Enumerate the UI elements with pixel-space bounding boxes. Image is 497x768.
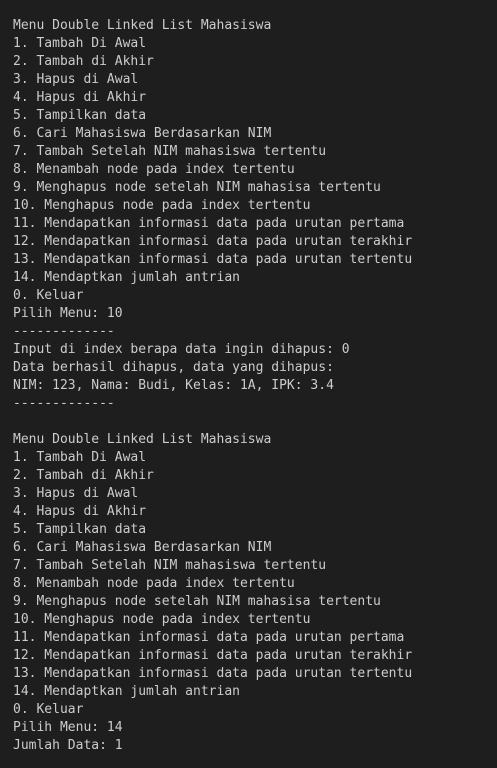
terminal-line: 0. Keluar xyxy=(13,702,84,717)
terminal-line: 9. Menghapus node setelah NIM mahasisa t… xyxy=(13,180,381,195)
terminal-line: 7. Tambah Setelah NIM mahasiswa tertentu xyxy=(13,558,327,573)
terminal-line: 5. Tampilkan data xyxy=(13,108,147,123)
terminal-line: 11. Mendapatkan informasi data pada urut… xyxy=(13,216,405,231)
terminal-line: Input di index berapa data ingin dihapus… xyxy=(13,342,350,357)
terminal-line: 10. Menghapus node pada index tertentu xyxy=(13,612,311,627)
terminal-line: 4. Hapus di Akhir xyxy=(13,504,147,519)
terminal-line: 6. Cari Mahasiswa Berdasarkan NIM xyxy=(13,540,272,555)
terminal-line: ------------- xyxy=(13,324,115,339)
terminal-line: 5. Tampilkan data xyxy=(13,522,147,537)
terminal-line: Pilih Menu: 10 xyxy=(13,306,123,321)
terminal-line: 6. Cari Mahasiswa Berdasarkan NIM xyxy=(13,126,272,141)
terminal-output[interactable]: Menu Double Linked List Mahasiswa 1. Tam… xyxy=(0,0,497,768)
terminal-line: 1. Tambah Di Awal xyxy=(13,36,147,51)
terminal-line: NIM: 123, Nama: Budi, Kelas: 1A, IPK: 3.… xyxy=(13,378,334,393)
terminal-line: 11. Mendapatkan informasi data pada urut… xyxy=(13,630,405,645)
terminal-line: 1. Tambah Di Awal xyxy=(13,450,147,465)
terminal-line: 3. Hapus di Awal xyxy=(13,72,139,87)
terminal-line: Pilih Menu: 14 xyxy=(13,720,123,735)
terminal-line: 2. Tambah di Akhir xyxy=(13,54,154,69)
terminal-line: 10. Menghapus node pada index tertentu xyxy=(13,198,311,213)
terminal-line: 8. Menambah node pada index tertentu xyxy=(13,162,295,177)
terminal-line: 13. Mendapatkan informasi data pada urut… xyxy=(13,252,413,267)
terminal-line: 14. Mendaptkan jumlah antrian xyxy=(13,684,240,699)
terminal-line: 12. Mendapatkan informasi data pada urut… xyxy=(13,648,413,663)
terminal-line: 3. Hapus di Awal xyxy=(13,486,139,501)
terminal-line: Data berhasil dihapus, data yang dihapus… xyxy=(13,360,334,375)
terminal-line: 12. Mendapatkan informasi data pada urut… xyxy=(13,234,413,249)
terminal-line: 7. Tambah Setelah NIM mahasiswa tertentu xyxy=(13,144,327,159)
terminal-line: ------------- xyxy=(13,396,115,411)
terminal-line: 9. Menghapus node setelah NIM mahasisa t… xyxy=(13,594,381,609)
terminal-line: 0. Keluar xyxy=(13,288,84,303)
terminal-line: Menu Double Linked List Mahasiswa xyxy=(13,432,272,447)
terminal-line: 4. Hapus di Akhir xyxy=(13,90,147,105)
terminal-line: Menu Double Linked List Mahasiswa xyxy=(13,18,272,33)
terminal-line: 8. Menambah node pada index tertentu xyxy=(13,576,295,591)
terminal-line: 13. Mendapatkan informasi data pada urut… xyxy=(13,666,413,681)
terminal-line: 2. Tambah di Akhir xyxy=(13,468,154,483)
terminal-line: 14. Mendaptkan jumlah antrian xyxy=(13,270,240,285)
terminal-line: Jumlah Data: 1 xyxy=(13,738,123,753)
